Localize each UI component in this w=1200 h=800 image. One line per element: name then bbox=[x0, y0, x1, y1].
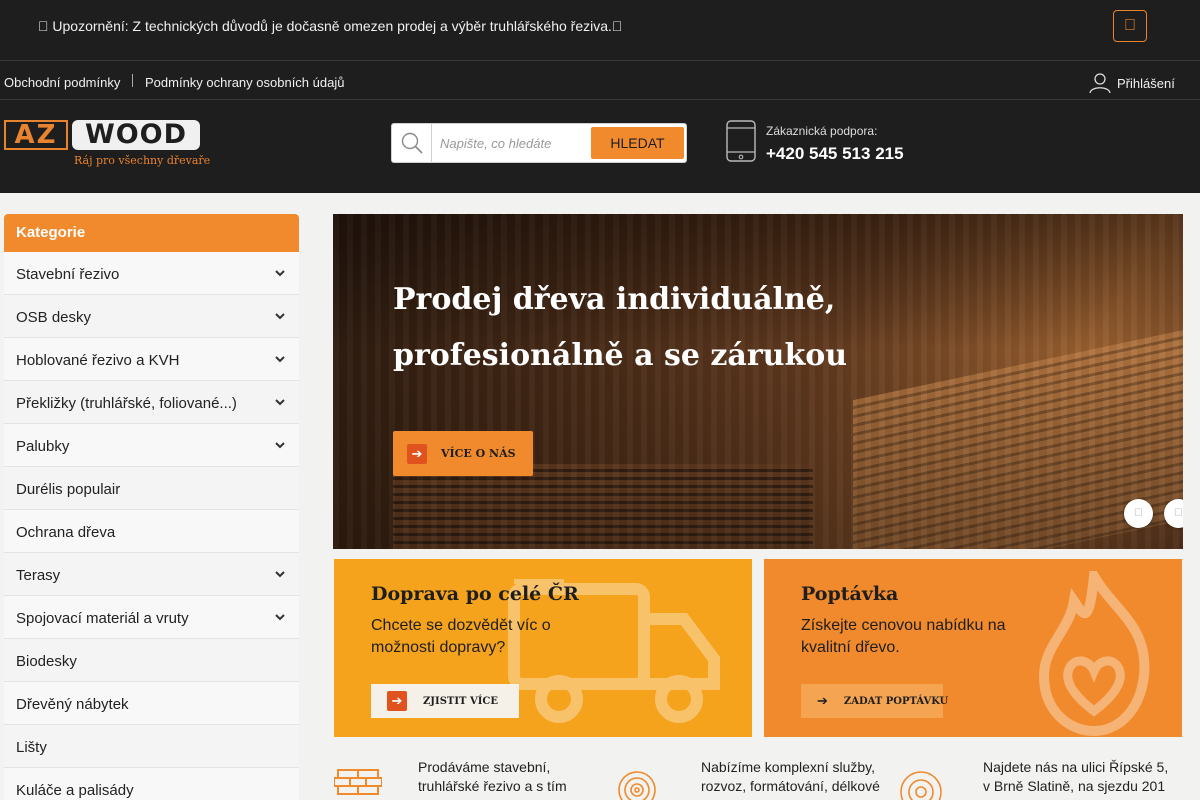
category-label: Stavební řezivo bbox=[16, 266, 120, 283]
chevron-down-icon[interactable] bbox=[273, 266, 287, 280]
announcement-text:  Upozornění: Z technických důvodů je do… bbox=[38, 18, 622, 34]
category-label: Biodesky bbox=[16, 653, 77, 670]
category-item[interactable]: Durélis populair bbox=[4, 467, 299, 510]
search-box: HLEDAT bbox=[391, 123, 687, 163]
chevron-down-icon[interactable] bbox=[273, 438, 287, 452]
wood-rings-icon bbox=[618, 771, 656, 800]
slider-prev-button[interactable]:  bbox=[1124, 499, 1153, 528]
flame-heart-icon bbox=[1038, 571, 1150, 736]
search-input[interactable] bbox=[434, 128, 584, 158]
feature-location: Najdete nás na ulici Řípské 5, v Brně Sl… bbox=[899, 758, 1189, 800]
search-icon bbox=[392, 124, 432, 162]
category-label: Terasy bbox=[16, 567, 61, 584]
terms-link[interactable]: Obchodní podmínky bbox=[4, 75, 120, 90]
category-label: Dřevěný nábytek bbox=[16, 696, 129, 713]
category-item[interactable]: Lišty bbox=[4, 725, 299, 768]
hero-title: Prodej dřeva individuálně, profesionálně… bbox=[393, 272, 993, 384]
category-item[interactable]: Kuláče a palisády bbox=[4, 768, 299, 800]
category-label: Durélis populair bbox=[16, 481, 121, 498]
top-links-bar: Obchodní podmínky Podmínky ochrany osobn… bbox=[0, 60, 1200, 100]
feature-location-text: Najdete nás na ulici Řípské 5, v Brně Sl… bbox=[983, 759, 1169, 794]
chevron-down-icon[interactable] bbox=[273, 395, 287, 409]
privacy-link[interactable]: Podmínky ochrany osobních údajů bbox=[145, 75, 344, 90]
login-link[interactable]: Přihlášení bbox=[1089, 73, 1175, 93]
category-item[interactable]: Stavební řezivo bbox=[4, 252, 299, 295]
category-item[interactable]: Terasy bbox=[4, 553, 299, 596]
category-item[interactable]: Hoblované řezivo a KVH bbox=[4, 338, 299, 381]
feature-lumber: Prodáváme stavební, truhlářské řezivo a … bbox=[334, 758, 584, 800]
lumber-stack-icon bbox=[334, 769, 382, 795]
search-button[interactable]: HLEDAT bbox=[591, 127, 684, 159]
hero-slider: Prodej dřeva individuálně, profesionálně… bbox=[333, 214, 1183, 549]
category-item[interactable]: Dřevěný nábytek bbox=[4, 682, 299, 725]
inquiry-title: Poptávka bbox=[801, 583, 899, 605]
phone-icon bbox=[726, 120, 756, 162]
link-divider bbox=[132, 74, 133, 87]
category-label: Palubky bbox=[16, 438, 70, 455]
chevron-down-icon[interactable] bbox=[273, 352, 287, 366]
category-item[interactable]: Ochrana dřeva bbox=[4, 510, 299, 553]
delivery-desc: Chcete se dozvědět víc o možnosti doprav… bbox=[371, 617, 551, 656]
arrow-right-icon: ➔ bbox=[407, 443, 427, 464]
close-icon[interactable]:  bbox=[1113, 10, 1147, 42]
hero-title-line-1: Prodej dřeva individuálně, bbox=[393, 282, 836, 317]
feature-lumber-text: Prodáváme stavební, truhlářské řezivo a … bbox=[418, 759, 567, 794]
inquiry-submit-button[interactable]: ➔ ZADAT POPTÁVKU bbox=[801, 684, 948, 718]
inquiry-desc: Získejte cenovou nabídku na kvalitní dře… bbox=[801, 617, 1006, 656]
chevron-down-icon[interactable] bbox=[273, 567, 287, 581]
category-label: Spojovací materiál a vruty bbox=[16, 610, 189, 627]
logo-tagline: Ráj pro všechny dřevaře bbox=[74, 154, 211, 167]
feature-services-text: Nabízíme komplexní služby, rozvoz, formá… bbox=[701, 759, 880, 794]
sidebar-title: Kategorie bbox=[4, 214, 299, 252]
category-label: OSB desky bbox=[16, 309, 92, 326]
support-phone[interactable]: +420 545 513 215 bbox=[766, 144, 904, 164]
category-item[interactable]: Biodesky bbox=[4, 639, 299, 682]
arrow-right-icon: ➔ bbox=[817, 693, 828, 708]
category-sidebar: Kategorie Stavební řezivo OSB desky Hoblov… bbox=[4, 214, 299, 800]
category-item[interactable]: Palubky bbox=[4, 424, 299, 467]
login-label: Přihlášení bbox=[1117, 75, 1175, 91]
category-label: Překližky (truhlářské, foliované...) bbox=[16, 395, 237, 412]
delivery-title: Doprava po celé ČR bbox=[371, 583, 579, 605]
support-label: Zákaznická podpora: bbox=[766, 124, 878, 138]
category-label: Hoblované řezivo a KVH bbox=[16, 352, 180, 369]
category-label: Lišty bbox=[16, 739, 47, 756]
category-label: Ochrana dřeva bbox=[16, 524, 116, 541]
chevron-down-icon[interactable] bbox=[273, 610, 287, 624]
delivery-promo[interactable]: Doprava po celé ČR Chcete se dozvědět ví… bbox=[334, 559, 752, 737]
hero-title-line-2: profesionálně a se zárukou bbox=[393, 338, 848, 373]
site-logo[interactable]: AZ WOOD Ráj pro všechny dřevaře bbox=[4, 120, 210, 170]
announcement-bar:  Upozornění: Z technických důvodů je do… bbox=[0, 0, 1200, 60]
user-icon bbox=[1089, 73, 1111, 93]
inquiry-submit-label: ZADAT POPTÁVKU bbox=[843, 695, 949, 707]
location-pin-icon bbox=[900, 771, 942, 800]
category-item[interactable]: OSB desky bbox=[4, 295, 299, 338]
about-us-button[interactable]: ➔ VÍCE O NÁS bbox=[393, 431, 533, 476]
logo-az: AZ bbox=[4, 120, 68, 150]
category-item[interactable]: Překližky (truhlářské, foliované...) bbox=[4, 381, 299, 424]
category-item[interactable]: Spojovací materiál a vruty bbox=[4, 596, 299, 639]
about-us-label: VÍCE O NÁS bbox=[441, 447, 516, 460]
arrow-right-icon: ➔ bbox=[387, 691, 407, 711]
feature-services: Nabízíme komplexní služby, rozvoz, formá… bbox=[617, 758, 887, 800]
logo-wood: WOOD bbox=[72, 120, 200, 150]
delivery-more-label: ZJISTIT VÍCE bbox=[423, 695, 498, 707]
delivery-more-button[interactable]: ➔ ZJISTIT VÍCE bbox=[371, 684, 519, 718]
category-label: Kuláče a palisády bbox=[16, 782, 134, 799]
site-header: AZ WOOD Ráj pro všechny dřevaře HLEDAT Z… bbox=[0, 100, 1200, 193]
chevron-down-icon[interactable] bbox=[273, 309, 287, 323]
category-list: Stavební řezivo OSB desky Hoblované řezivo… bbox=[4, 252, 299, 800]
inquiry-promo[interactable]: Poptávka Získejte cenovou nabídku na kva… bbox=[764, 559, 1182, 737]
